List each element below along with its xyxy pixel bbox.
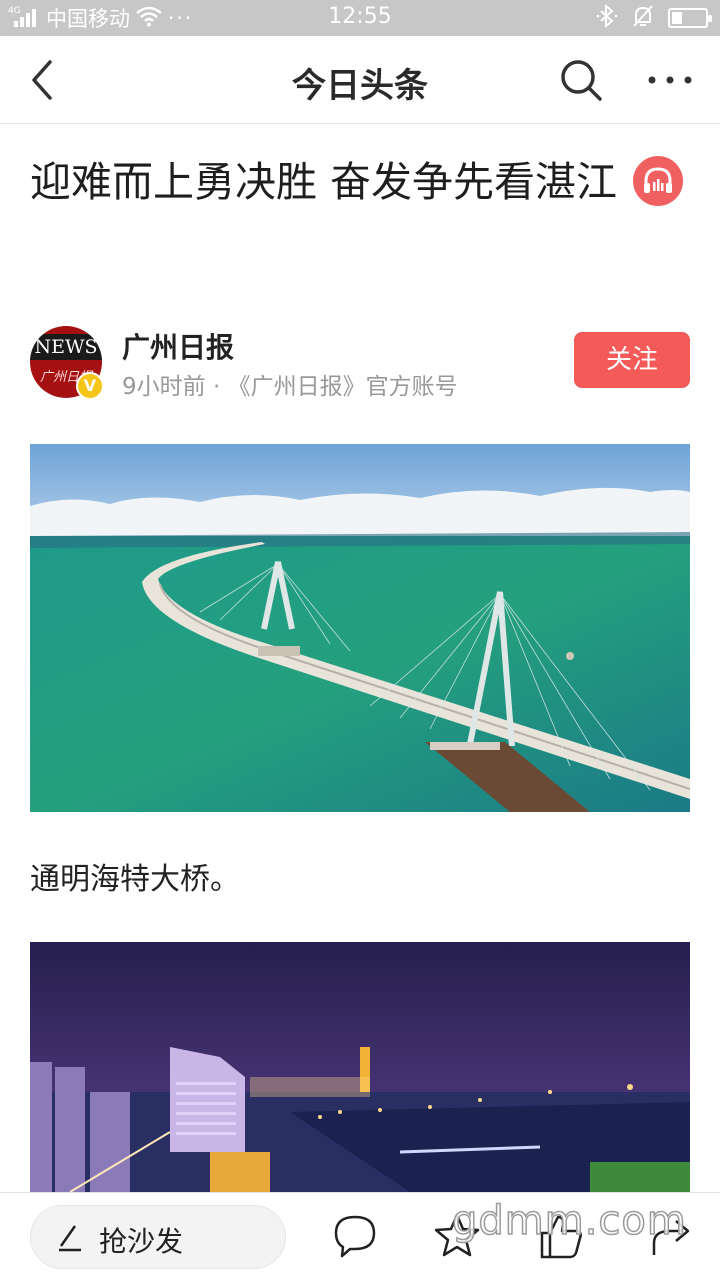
image-caption: 通明海特大桥。 bbox=[30, 862, 240, 897]
comment-button[interactable] bbox=[330, 1211, 380, 1261]
watermark: gdmm.com bbox=[451, 1197, 687, 1245]
avatar-news-text: NEWS bbox=[30, 334, 102, 360]
bridge-photo bbox=[30, 444, 690, 812]
article-title-text: 迎难而上勇决胜 奋发争先看湛江 bbox=[30, 158, 618, 206]
chevron-left-icon bbox=[32, 60, 52, 100]
headphones-icon[interactable] bbox=[633, 156, 684, 206]
night-city-photo bbox=[30, 942, 690, 1192]
comment-input[interactable]: 抢沙发 bbox=[30, 1205, 286, 1269]
status-right bbox=[596, 3, 712, 32]
author-meta: 9小时前 · 《广州日报》官方账号 bbox=[122, 374, 458, 400]
more-button[interactable] bbox=[640, 56, 700, 104]
pen-icon bbox=[59, 1225, 81, 1252]
status-bar: 4G 中国移动 ··· 12:55 bbox=[0, 0, 720, 36]
comment-bubble-icon bbox=[334, 1215, 376, 1258]
comment-placeholder: 抢沙发 bbox=[99, 1225, 184, 1258]
search-icon bbox=[561, 60, 602, 101]
bell-off-icon bbox=[632, 4, 654, 32]
nav-bar: 今日头条 bbox=[0, 36, 720, 124]
verified-badge: V bbox=[76, 372, 104, 400]
more-dots-icon bbox=[648, 76, 692, 84]
back-button[interactable] bbox=[22, 56, 66, 104]
bluetooth-icon bbox=[596, 3, 618, 32]
article-image-night-city[interactable] bbox=[30, 942, 690, 1192]
search-button[interactable] bbox=[556, 56, 606, 104]
battery-icon bbox=[668, 8, 712, 28]
article-image-bridge[interactable] bbox=[30, 444, 690, 812]
author-name[interactable]: 广州日报 bbox=[122, 326, 234, 366]
follow-button[interactable]: 关注 bbox=[574, 332, 690, 388]
page-title: 今日头条 bbox=[292, 66, 428, 106]
article-title: 迎难而上勇决胜 奋发争先看湛江 bbox=[30, 150, 690, 214]
